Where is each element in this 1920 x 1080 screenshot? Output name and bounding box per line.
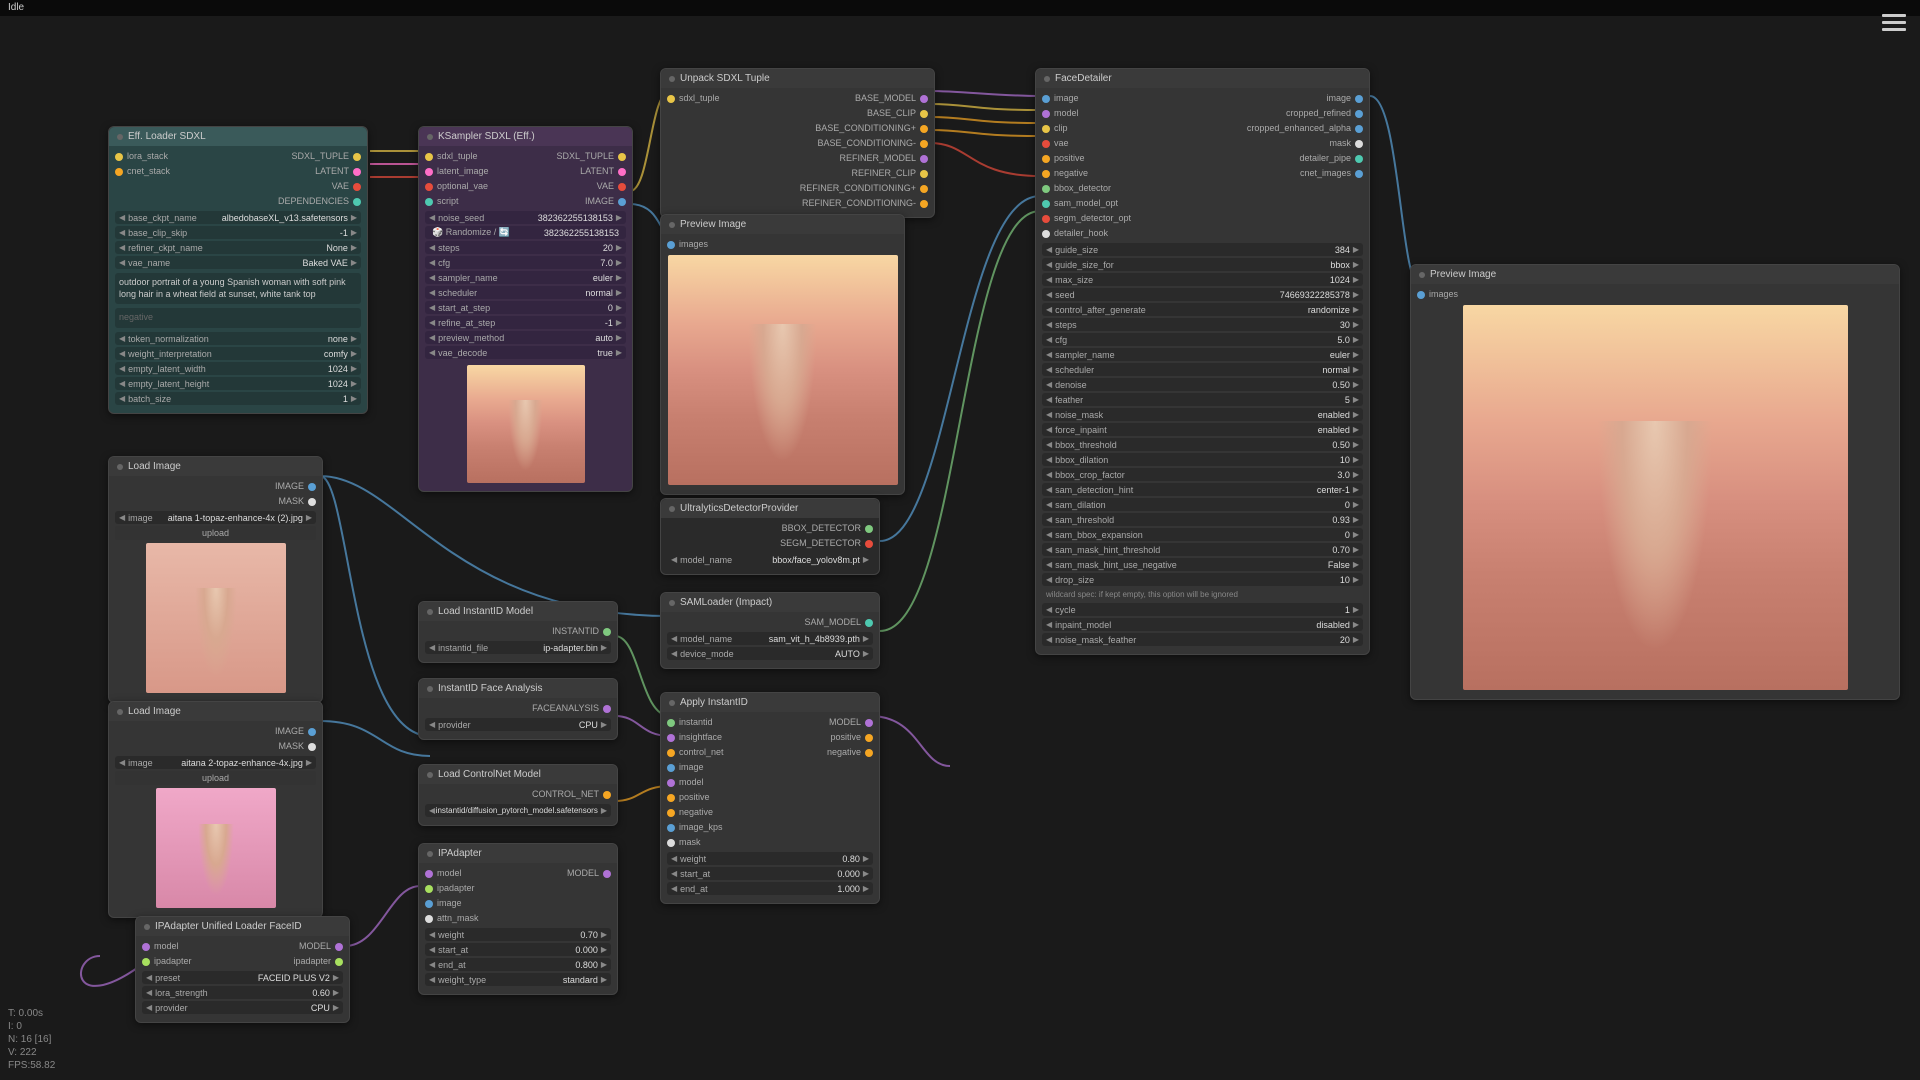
node-ipadapter[interactable]: IPAdapter modelMODEL ipadapter image att… bbox=[418, 843, 618, 995]
node-preview-image-2[interactable]: Preview Image images bbox=[1410, 264, 1900, 700]
performance-stats: T: 0.00s I: 0 N: 16 [16] V: 222 FPS:58.8… bbox=[8, 1007, 55, 1072]
node-preview-image-1[interactable]: Preview Image images bbox=[660, 214, 905, 495]
ksampler-thumbnail bbox=[467, 365, 585, 483]
node-load-instantid[interactable]: Load InstantID Model INSTANTID ◀instanti… bbox=[418, 601, 618, 663]
positive-prompt[interactable]: outdoor portrait of a young Spanish woma… bbox=[115, 273, 361, 304]
node-face-detailer[interactable]: FaceDetailer imageimage modelcropped_ref… bbox=[1035, 68, 1370, 655]
upload-button[interactable]: upload bbox=[115, 771, 316, 785]
node-ipadapter-unified[interactable]: IPAdapter Unified Loader FaceID modelMOD… bbox=[135, 916, 350, 1023]
node-load-controlnet[interactable]: Load ControlNet Model CONTROL_NET ◀insta… bbox=[418, 764, 618, 826]
node-ultralytics-detector[interactable]: UltralyticsDetectorProvider BBOX_DETECTO… bbox=[660, 498, 880, 575]
node-load-image-2[interactable]: Load Image IMAGE MASK ◀imageaitana 2-top… bbox=[108, 701, 323, 918]
preview-2-image bbox=[1463, 305, 1848, 690]
negative-prompt[interactable]: negative bbox=[115, 308, 361, 328]
node-sam-loader[interactable]: SAMLoader (Impact) SAM_MODEL ◀model_name… bbox=[660, 592, 880, 669]
load-image-1-thumb bbox=[146, 543, 286, 693]
node-unpack-sdxl[interactable]: Unpack SDXL Tuple sdxl_tupleBASE_MODEL B… bbox=[660, 68, 935, 218]
preview-1-image bbox=[668, 255, 898, 485]
node-eff-loader-sdxl[interactable]: Eff. Loader SDXL lora_stackSDXL_TUPLE cn… bbox=[108, 126, 368, 414]
node-load-image-1[interactable]: Load Image IMAGE MASK ◀imageaitana 1-top… bbox=[108, 456, 323, 703]
node-ksampler-sdxl[interactable]: KSampler SDXL (Eff.) sdxl_tupleSDXL_TUPL… bbox=[418, 126, 633, 492]
node-face-analysis[interactable]: InstantID Face Analysis FACEANALYSIS ◀pr… bbox=[418, 678, 618, 740]
upload-button[interactable]: upload bbox=[115, 526, 316, 540]
node-apply-instantid[interactable]: Apply InstantID instantidMODEL insightfa… bbox=[660, 692, 880, 904]
load-image-2-thumb bbox=[156, 788, 276, 908]
status-bar: Idle bbox=[0, 0, 1920, 16]
node-canvas[interactable]: Eff. Loader SDXL lora_stackSDXL_TUPLE cn… bbox=[0, 16, 1920, 1080]
